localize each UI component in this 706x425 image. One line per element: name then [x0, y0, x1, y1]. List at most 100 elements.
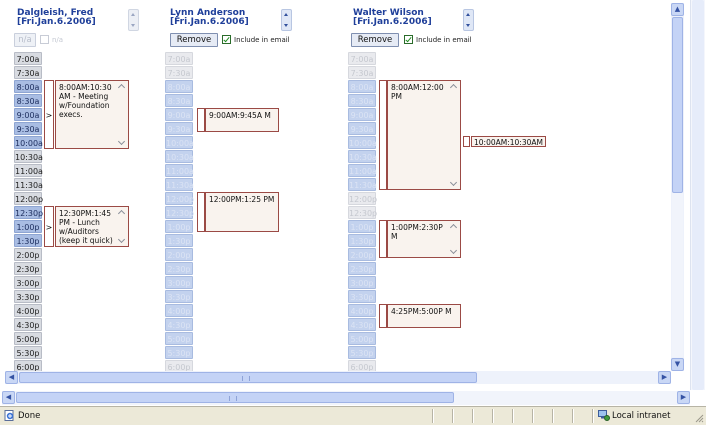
appointment-block[interactable]: 10:00AM:10:30AM	[471, 136, 546, 147]
time-slot[interactable]: 3:00p	[165, 276, 193, 289]
time-slot[interactable]: 11:00a	[165, 164, 194, 177]
time-slot[interactable]: 6:00p	[14, 360, 42, 371]
time-slot[interactable]: 6:00p	[165, 360, 193, 371]
time-slot[interactable]: 3:00p	[348, 276, 376, 289]
time-slot[interactable]: 7:00a	[165, 52, 193, 65]
appointment-scrollbar[interactable]	[449, 222, 459, 256]
time-slot[interactable]: 9:00a	[348, 108, 376, 121]
appointment-block[interactable]: 4:25PM:5:00P M	[387, 304, 461, 328]
include-email-checkbox[interactable]	[404, 35, 413, 44]
time-slot[interactable]: 1:30p	[165, 234, 193, 247]
resize-grip-icon[interactable]	[694, 413, 704, 423]
time-slot[interactable]: 8:00a	[14, 80, 42, 93]
time-slot[interactable]: 8:30a	[348, 94, 376, 107]
time-slot[interactable]: 1:00p	[348, 220, 376, 233]
appointment-tab[interactable]: >	[44, 206, 54, 247]
appointment-tab[interactable]	[379, 304, 387, 328]
scrollbar-track[interactable]	[692, 0, 704, 390]
time-slot[interactable]: 11:30a	[165, 178, 194, 191]
time-slot[interactable]: 12:00p	[165, 192, 194, 205]
time-slot[interactable]: 11:00a	[14, 164, 43, 177]
time-slot[interactable]: 10:30a	[14, 150, 43, 163]
scroll-left-arrow-icon[interactable]: ◀	[2, 391, 15, 404]
content-vertical-scrollbar[interactable]: ▲ ▼	[671, 3, 684, 371]
scrollbar-thumb[interactable]	[672, 17, 683, 193]
appointment-block[interactable]: 9:00AM:9:45A M	[205, 108, 279, 132]
appointment-scrollbar[interactable]	[117, 82, 127, 147]
scroll-right-arrow-icon[interactable]: ▶	[658, 371, 671, 384]
appointment-block[interactable]: 12:30PM:1:45 PM - Lunch w/Auditors (keep…	[55, 206, 129, 247]
time-slot[interactable]: 9:00a	[14, 108, 42, 121]
time-slot[interactable]: 1:30p	[348, 234, 376, 247]
include-email-checkbox[interactable]	[222, 35, 231, 44]
scrollbar-thumb[interactable]	[16, 392, 454, 403]
time-slot[interactable]: 2:30p	[14, 262, 42, 275]
appointment-block[interactable]: 12:00PM:1:25 PM	[205, 192, 279, 232]
time-slot[interactable]: 4:30p	[348, 318, 376, 331]
window-horizontal-scrollbar[interactable]: ◀ ▶	[2, 391, 690, 405]
time-slot[interactable]: 1:00p	[14, 220, 42, 233]
scroll-right-arrow-icon[interactable]: ▶	[677, 391, 690, 404]
remove-button[interactable]: Remove	[170, 33, 218, 47]
time-slot[interactable]: 10:00a	[348, 136, 377, 149]
time-slot[interactable]: 12:00p	[348, 192, 377, 205]
time-slot[interactable]: 2:30p	[348, 262, 376, 275]
time-slot[interactable]: 8:30a	[165, 94, 193, 107]
time-slot[interactable]: 12:30p	[14, 206, 43, 219]
time-slot[interactable]: 5:30p	[348, 346, 376, 359]
window-vertical-scrollbar[interactable]	[690, 0, 705, 390]
scroll-left-arrow-icon[interactable]: ◀	[5, 371, 18, 384]
time-slot[interactable]: 4:00p	[165, 304, 193, 317]
appointment-scrollbar[interactable]	[449, 82, 459, 188]
time-slot[interactable]: 11:30a	[14, 178, 43, 191]
appointment-tab[interactable]	[197, 192, 205, 232]
time-slot[interactable]: 12:00p	[14, 192, 43, 205]
time-slot[interactable]: 3:30p	[14, 290, 42, 303]
time-slot[interactable]: 7:30a	[348, 66, 376, 79]
remove-button[interactable]: Remove	[351, 33, 399, 47]
content-horizontal-scrollbar[interactable]: ◀ ▶	[5, 371, 671, 384]
time-slot[interactable]: 11:00a	[348, 164, 377, 177]
time-slot[interactable]: 5:30p	[165, 346, 193, 359]
time-slot[interactable]: 3:00p	[14, 276, 42, 289]
time-slot[interactable]: 2:00p	[165, 248, 193, 261]
time-slot[interactable]: 10:30a	[165, 150, 194, 163]
appointment-tab[interactable]	[379, 80, 387, 190]
time-slot[interactable]: 2:30p	[165, 262, 193, 275]
time-slot[interactable]: 9:00a	[165, 108, 193, 121]
appointment-block[interactable]: 8:00AM:12:00 PM	[387, 80, 461, 190]
column-order-spinner[interactable]	[463, 9, 474, 31]
time-slot[interactable]: 8:30a	[14, 94, 42, 107]
time-slot[interactable]: 7:30a	[14, 66, 42, 79]
appointment-tab[interactable]	[463, 136, 470, 147]
time-slot[interactable]: 3:30p	[348, 290, 376, 303]
time-slot[interactable]: 4:00p	[14, 304, 42, 317]
time-slot[interactable]: 5:00p	[348, 332, 376, 345]
time-slot[interactable]: 10:30a	[348, 150, 377, 163]
time-slot[interactable]: 1:00p	[165, 220, 193, 233]
time-slot[interactable]: 4:30p	[14, 318, 42, 331]
appointment-tab[interactable]	[379, 220, 387, 258]
time-slot[interactable]: 12:30p	[348, 206, 377, 219]
time-slot[interactable]: 2:00p	[348, 248, 376, 261]
time-slot[interactable]: 5:00p	[165, 332, 193, 345]
time-slot[interactable]: 9:30a	[348, 122, 376, 135]
time-slot[interactable]: 8:00a	[165, 80, 193, 93]
remove-button[interactable]: n/a	[14, 33, 36, 47]
appointment-tab[interactable]	[197, 108, 205, 132]
time-slot[interactable]: 9:30a	[165, 122, 193, 135]
appointment-tab[interactable]: >	[44, 80, 54, 149]
time-slot[interactable]: 2:00p	[14, 248, 42, 261]
time-slot[interactable]: 10:00a	[165, 136, 194, 149]
time-slot[interactable]: 11:30a	[348, 178, 377, 191]
include-email-checkbox[interactable]	[40, 35, 49, 44]
time-slot[interactable]: 6:00p	[348, 360, 376, 371]
time-slot[interactable]: 7:00a	[348, 52, 376, 65]
scroll-down-arrow-icon[interactable]: ▼	[671, 358, 684, 371]
appointment-scrollbar[interactable]	[117, 208, 127, 245]
time-slot[interactable]: 7:00a	[14, 52, 42, 65]
appointment-block[interactable]: 1:00PM:2:30P M	[387, 220, 461, 258]
time-slot[interactable]: 4:30p	[165, 318, 193, 331]
time-slot[interactable]: 3:30p	[165, 290, 193, 303]
time-slot[interactable]: 12:30p	[165, 206, 194, 219]
